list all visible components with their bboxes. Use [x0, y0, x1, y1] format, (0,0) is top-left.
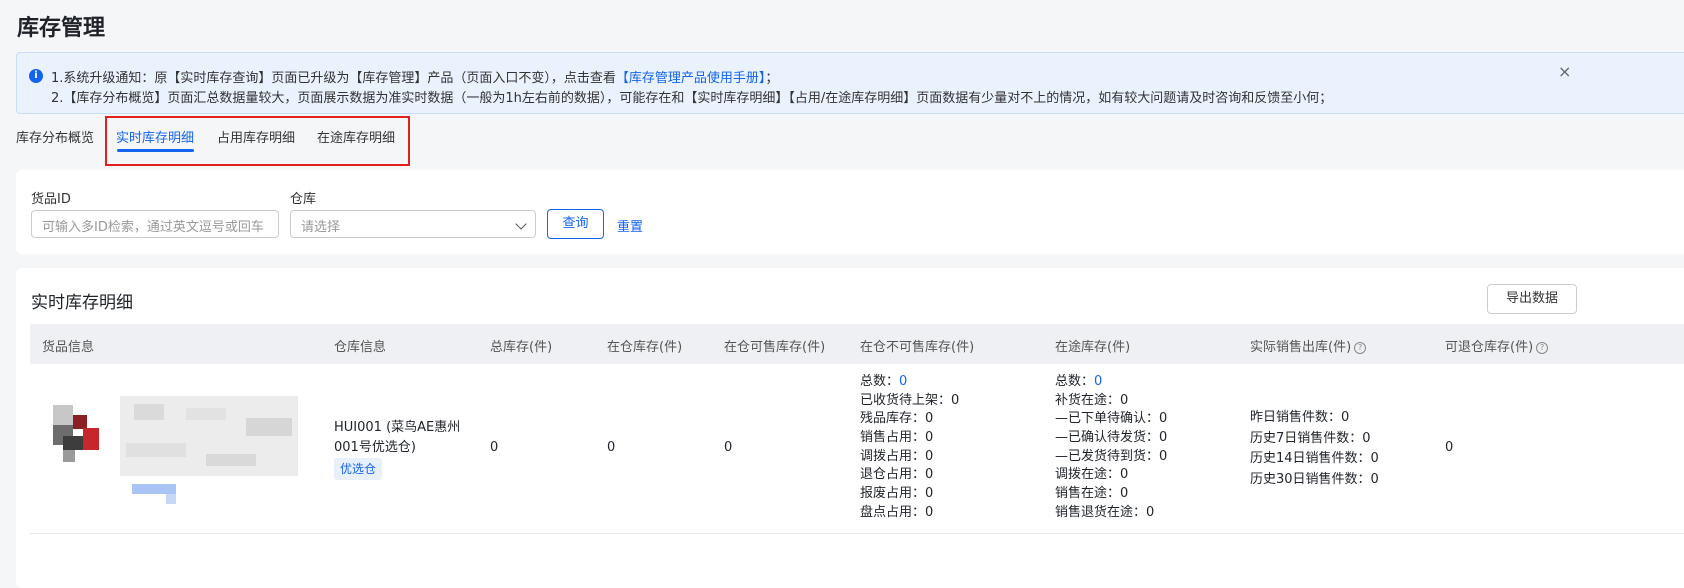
page-title: 库存管理: [17, 16, 106, 41]
table-header: 货品信息 仓库信息 总库存(件) 在仓库存(件) 在仓可售库存(件) 在仓不可售…: [30, 324, 1684, 364]
unsellable-item: 盘点占用：0: [860, 504, 934, 520]
in-transit-item: 调拨在途：0: [1055, 467, 1129, 483]
warehouse-name: HUI001 (菜鸟AE惠州: [334, 420, 461, 435]
col-warehouse-info: 仓库信息: [334, 340, 387, 355]
in-transit-item: 销售在途：0: [1055, 486, 1129, 502]
in-transit-item: —已发货待到货：0: [1055, 448, 1168, 464]
goods-id-label: 货品ID: [31, 192, 71, 207]
row-divider: [30, 533, 1684, 534]
in-transit-item: 补货在途：0: [1055, 392, 1129, 408]
in-transit-total-label: 总数：: [1055, 374, 1095, 389]
warehouse-select[interactable]: 请选择: [290, 210, 536, 238]
notice-banner: i 1.系统升级通知：原【实时库存查询】页面已升级为【库存管理】产品（页面入口不…: [16, 52, 1684, 114]
filter-panel: 货品ID 可输入多ID检索，通过英文逗号或回车 仓库 请选择 查询 重置: [16, 170, 1684, 254]
col-in-transit-stock: 在途库存(件): [1055, 340, 1131, 355]
warehouse-select-value: 请选择: [301, 220, 341, 235]
unsellable-stock-cell: 总数：0 已收货待上架：0 残品库存：0 销售占用：0 调拨占用：0 退仓占用：…: [860, 373, 959, 523]
unsellable-item: 退仓占用：0: [860, 467, 934, 483]
unsellable-item: 已收货待上架：0: [860, 392, 960, 408]
table-panel: 实时库存明细 导出数据 货品信息 仓库信息 总库存(件) 在仓库存(件) 在仓可…: [16, 268, 1684, 588]
sales-item: 昨日销售件数：0: [1250, 410, 1350, 425]
query-button[interactable]: 查询: [547, 209, 604, 239]
in-stock-value: 0: [607, 440, 616, 455]
col-total-stock: 总库存(件): [490, 340, 553, 355]
sales-item: 历史7日销售件数：0: [1250, 430, 1371, 446]
help-icon[interactable]: ?: [1354, 342, 1367, 354]
in-transit-item: 销售退货在途：0: [1055, 504, 1155, 520]
sales-item: 历史30日销售件数：0: [1250, 471, 1379, 487]
unsellable-item: 残品库存：0: [860, 411, 934, 427]
unsellable-item: 调拨占用：0: [860, 448, 934, 464]
in-transit-stock-cell: 总数：0 补货在途：0 —已下单待确认：0 —已确认待发货：0 —已发货待到货：…: [1055, 373, 1167, 523]
sales-cell: 昨日销售件数：0 历史7日销售件数：0 历史14日销售件数：0 历史30日销售件…: [1250, 408, 1379, 490]
manual-link[interactable]: 【库存管理产品使用手册】: [616, 71, 766, 86]
in-transit-total: 总数：0: [1055, 373, 1167, 392]
col-goods-info: 货品信息: [42, 340, 95, 355]
in-transit-total-link[interactable]: 0: [1094, 374, 1102, 389]
close-icon[interactable]: ×: [1558, 62, 1571, 81]
sellable-stock-value: 0: [724, 440, 733, 455]
total-stock-value: 0: [490, 440, 499, 455]
col-returnable-stock: 可退仓库存(件)?: [1445, 336, 1549, 355]
unsellable-item: 销售占用：0: [860, 430, 934, 446]
unsellable-item: 报废占用：0: [860, 486, 934, 502]
col-actual-sales: 实际销售出库(件)?: [1250, 336, 1367, 355]
reset-button[interactable]: 重置: [617, 216, 643, 235]
unsellable-total-link[interactable]: 0: [899, 374, 907, 389]
col-in-stock: 在仓库存(件): [607, 340, 683, 355]
col-returnable-stock-label: 可退仓库存(件): [1445, 340, 1534, 355]
warehouse-info-cell: HUI001 (菜鸟AE惠州 001号优选仓) 优选仓: [334, 418, 460, 480]
info-icon: i: [29, 69, 43, 83]
unsellable-total: 总数：0: [860, 373, 959, 392]
table-title: 实时库存明细: [31, 293, 133, 313]
tab-overview[interactable]: 库存分布概览: [16, 127, 94, 146]
highlight-box: [105, 116, 410, 166]
notice-line-1-suffix: ；: [765, 71, 779, 86]
help-icon[interactable]: ?: [1536, 342, 1549, 354]
warehouse-tag: 优选仓: [334, 458, 383, 480]
col-actual-sales-label: 实际销售出库(件): [1250, 340, 1352, 355]
in-transit-item: —已确认待发货：0: [1055, 430, 1168, 446]
notice-line-2: 2.【库存分布概览】页面汇总数据量较大，页面展示数据为准实时数据（一般为1h左右…: [51, 91, 1333, 106]
export-button[interactable]: 导出数据: [1487, 284, 1577, 314]
notice-line-1: 1.系统升级通知：原【实时库存查询】页面已升级为【库存管理】产品（页面入口不变）…: [51, 67, 778, 86]
notice-line-1-text: 1.系统升级通知：原【实时库存查询】页面已升级为【库存管理】产品（页面入口不变）…: [51, 71, 616, 86]
warehouse-label: 仓库: [290, 192, 317, 207]
warehouse-name-line-2: 001号优选仓): [334, 440, 416, 455]
in-transit-item: —已下单待确认：0: [1055, 411, 1168, 427]
unsellable-total-label: 总数：: [860, 374, 900, 389]
chevron-down-icon: [515, 218, 527, 230]
sales-item: 历史14日销售件数：0: [1250, 451, 1379, 466]
returnable-stock-value: 0: [1445, 440, 1454, 455]
goods-id-input[interactable]: 可输入多ID检索，通过英文逗号或回车: [31, 210, 279, 238]
col-unsellable-stock: 在仓不可售库存(件): [860, 340, 975, 355]
col-sellable-stock: 在仓可售库存(件): [724, 340, 826, 355]
